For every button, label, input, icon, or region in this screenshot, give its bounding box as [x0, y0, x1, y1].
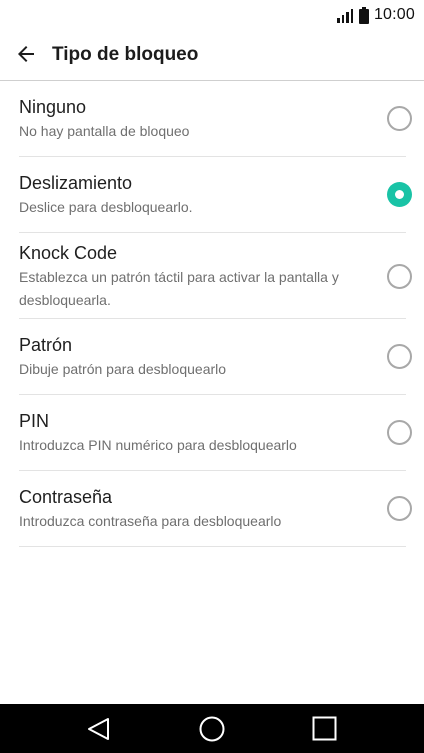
- signal-icon: [336, 8, 354, 23]
- option-subtitle: No hay pantalla de bloqueo: [19, 123, 190, 139]
- back-triangle-icon[interactable]: [86, 716, 112, 742]
- status-time: 10:00: [373, 6, 415, 23]
- option-title: PIN: [19, 411, 50, 431]
- radio-button[interactable]: [387, 344, 412, 369]
- option-title: Deslizamiento: [19, 173, 133, 193]
- lock-option-pin[interactable]: PIN Introduzca PIN numérico para desbloq…: [19, 395, 412, 471]
- battery-icon: [358, 6, 369, 24]
- lock-option-patron[interactable]: Patrón Dibuje patrón para desbloquearlo: [19, 319, 412, 395]
- radio-button[interactable]: [387, 106, 412, 131]
- page-title: Tipo de bloqueo: [52, 44, 199, 65]
- option-subtitle: Introduzca PIN numérico para desbloquear…: [19, 437, 297, 453]
- app-bar: Tipo de bloqueo: [0, 30, 424, 80]
- lock-option-contrasena[interactable]: Contraseña Introduzca contraseña para de…: [19, 471, 412, 547]
- option-title: Ninguno: [19, 97, 87, 117]
- arrow-back-icon[interactable]: [14, 42, 38, 66]
- radio-button[interactable]: [387, 496, 412, 521]
- option-subtitle: Deslice para desbloquearlo.: [19, 199, 193, 215]
- radio-button-selected[interactable]: [387, 182, 412, 207]
- lock-option-deslizamiento[interactable]: Deslizamiento Deslice para desbloquearlo…: [19, 157, 412, 233]
- screen: 10:00 Tipo de bloqueo Ninguno No hay pan…: [0, 0, 424, 753]
- option-title: Patrón: [19, 335, 73, 355]
- option-subtitle: Establezca un patrón táctil para activar…: [19, 269, 339, 308]
- navigation-bar: [0, 704, 424, 753]
- status-bar: 10:00: [0, 0, 424, 30]
- option-subtitle: Introduzca contraseña para desbloquearlo: [19, 513, 282, 529]
- home-circle-icon[interactable]: [199, 716, 225, 742]
- radio-button[interactable]: [387, 420, 412, 445]
- lock-option-knock-code[interactable]: Knock Code Establezca un patrón táctil p…: [19, 233, 412, 319]
- lock-option-ninguno[interactable]: Ninguno No hay pantalla de bloqueo: [19, 81, 412, 157]
- radio-button[interactable]: [387, 264, 412, 289]
- option-subtitle: Dibuje patrón para desbloquearlo: [19, 361, 227, 377]
- lock-type-list: Ninguno No hay pantalla de bloqueo Desli…: [0, 81, 424, 547]
- radio-dot-icon: [395, 190, 404, 199]
- option-title: Contraseña: [19, 487, 113, 507]
- option-title: Knock Code: [19, 243, 118, 263]
- recents-square-icon[interactable]: [312, 716, 337, 741]
